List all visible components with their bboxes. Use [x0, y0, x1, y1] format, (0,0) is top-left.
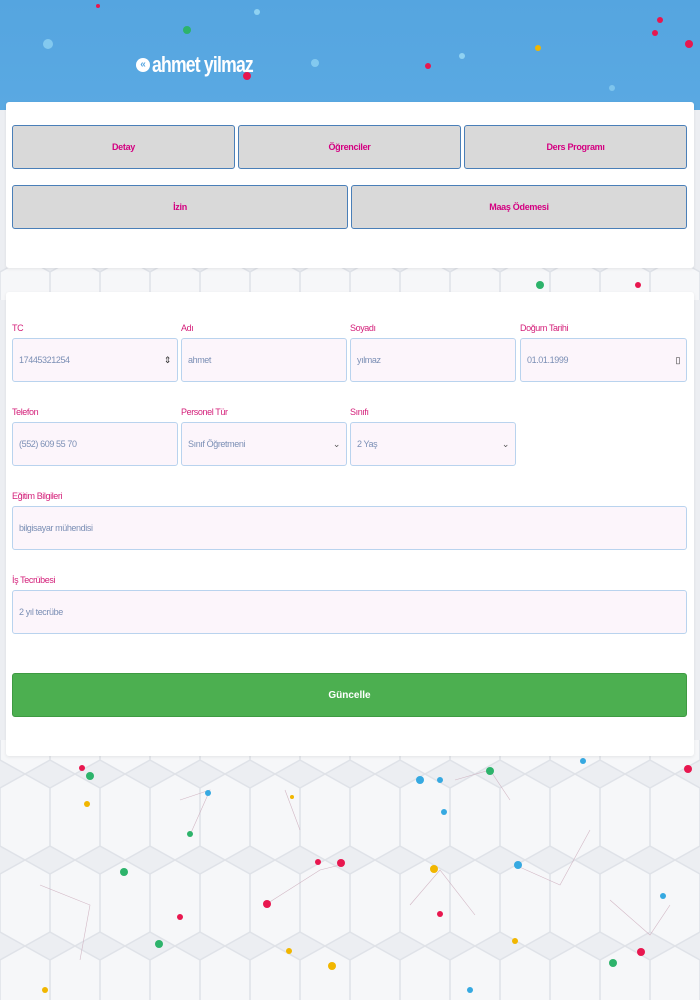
- double-chevron-left-icon: «: [136, 58, 150, 72]
- egitim-bilgileri-input[interactable]: bilgisayar mühendisi: [12, 506, 687, 550]
- dogum-tarihi-value: 01.01.1999: [527, 355, 569, 365]
- egitim-bilgileri-label: Eğitim Bilgileri: [12, 491, 63, 501]
- soyadi-label: Soyadı: [350, 323, 376, 333]
- chevron-down-icon: ⌄: [332, 438, 341, 449]
- dogum-tarihi-input[interactable]: 01.01.1999 ▯: [520, 338, 687, 382]
- sinifi-label: Sınıfı: [350, 407, 369, 417]
- nav-button-izin[interactable]: İzin: [12, 185, 348, 229]
- telefon-value: (552) 609 55 70: [19, 439, 77, 449]
- telefon-label: Telefon: [12, 407, 39, 417]
- telefon-input[interactable]: (552) 609 55 70: [12, 422, 178, 466]
- tc-number-input[interactable]: 17445321254 ⇕: [12, 338, 178, 382]
- personel-tur-select[interactable]: Sınıf Öğretmeni ⌄: [181, 422, 347, 466]
- guncelle-button[interactable]: Güncelle: [12, 673, 687, 717]
- adi-label: Adı: [181, 323, 194, 333]
- navigation-card: Detay Öğrenciler Ders Programı İzin Maaş…: [6, 102, 694, 268]
- nav-button-ders-programi[interactable]: Ders Programı: [464, 125, 687, 169]
- adi-input[interactable]: ahmet: [181, 338, 347, 382]
- calendar-icon[interactable]: ▯: [675, 355, 680, 366]
- sinifi-value: 2 Yaş: [357, 439, 378, 449]
- egitim-bilgileri-value: bilgisayar mühendisi: [19, 523, 93, 533]
- soyadi-input[interactable]: yılmaz: [350, 338, 516, 382]
- brand-logo[interactable]: « ahmet yilmaz: [136, 52, 278, 78]
- personel-tur-value: Sınıf Öğretmeni: [188, 439, 246, 449]
- nav-button-detay[interactable]: Detay: [12, 125, 235, 169]
- dogum-tarihi-label: Doğum Tarihi: [520, 323, 569, 333]
- header-band: [0, 0, 700, 110]
- is-tecrubesi-label: İş Tecrübesi: [12, 575, 56, 585]
- tc-value: 17445321254: [19, 355, 70, 365]
- adi-value: ahmet: [188, 355, 212, 365]
- brand-name: ahmet yilmaz: [152, 52, 254, 77]
- tc-label: TC: [12, 323, 24, 333]
- sinifi-select[interactable]: 2 Yaş ⌄: [350, 422, 516, 466]
- is-tecrubesi-value: 2 yıl tecrübe: [19, 607, 63, 617]
- personnel-form-card: TC 17445321254 ⇕ Adı ahmet Soyadı yılmaz…: [6, 292, 694, 756]
- header-dots-decoration: [43, 4, 693, 91]
- chevron-down-icon: ⌄: [501, 438, 510, 449]
- nav-button-maas-odemesi[interactable]: Maaş Ödemesi: [351, 185, 687, 229]
- personel-tur-label: Personel Tür: [181, 407, 228, 417]
- number-spinner-icon[interactable]: ⇕: [164, 355, 172, 366]
- is-tecrubesi-input[interactable]: 2 yıl tecrübe: [12, 590, 687, 634]
- nav-button-ogrenciler[interactable]: Öğrenciler: [238, 125, 461, 169]
- soyadi-value: yılmaz: [357, 355, 381, 365]
